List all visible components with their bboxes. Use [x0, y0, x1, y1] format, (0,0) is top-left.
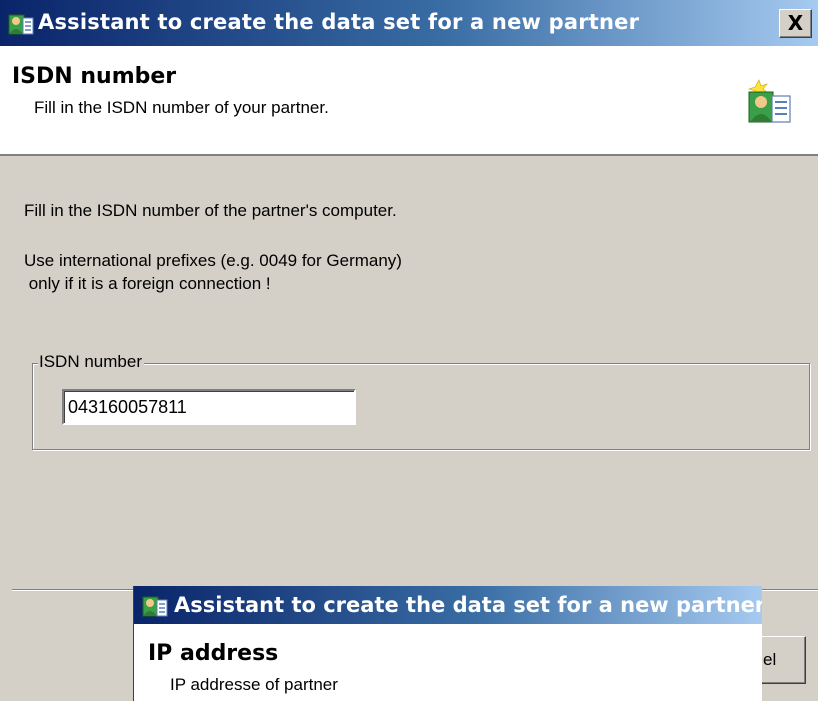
page-subtitle: Fill in the ISDN number of your partner. — [34, 98, 329, 117]
overlay-page-subtitle: IP addresse of partner — [170, 675, 338, 694]
close-button[interactable]: X — [779, 9, 812, 38]
partner-wizard-icon — [142, 596, 168, 617]
overlay-title-bar[interactable]: Assistant to create the data set for a n… — [134, 586, 762, 624]
cancel-button-label: el — [763, 650, 777, 669]
close-icon: X — [787, 11, 804, 35]
instruction-text: Fill in the ISDN number of the partner's… — [24, 201, 397, 220]
partner-wizard-icon — [8, 14, 34, 35]
prefix-hint-text-2: only if it is a foreign connection ! — [24, 274, 271, 293]
page-title: ISDN number — [12, 64, 177, 89]
title-bar[interactable]: Assistant to create the data set for a n… — [0, 0, 818, 46]
partner-wizard-icon — [748, 79, 791, 123]
prefix-hint-text: Use international prefixes (e.g. 0049 fo… — [24, 251, 402, 270]
wizard-header: ISDN number Fill in the ISDN number of y… — [0, 46, 818, 156]
window-title: Assistant to create the data set for a n… — [38, 10, 640, 34]
overlay-window-title: Assistant to create the data set for a n… — [174, 593, 762, 617]
isdn-number-input[interactable] — [62, 389, 356, 425]
isdn-group-label: ISDN number — [38, 352, 144, 372]
overlay-page-title: IP address — [148, 641, 279, 666]
overlay-wizard-dialog: Assistant to create the data set for a n… — [133, 586, 762, 701]
